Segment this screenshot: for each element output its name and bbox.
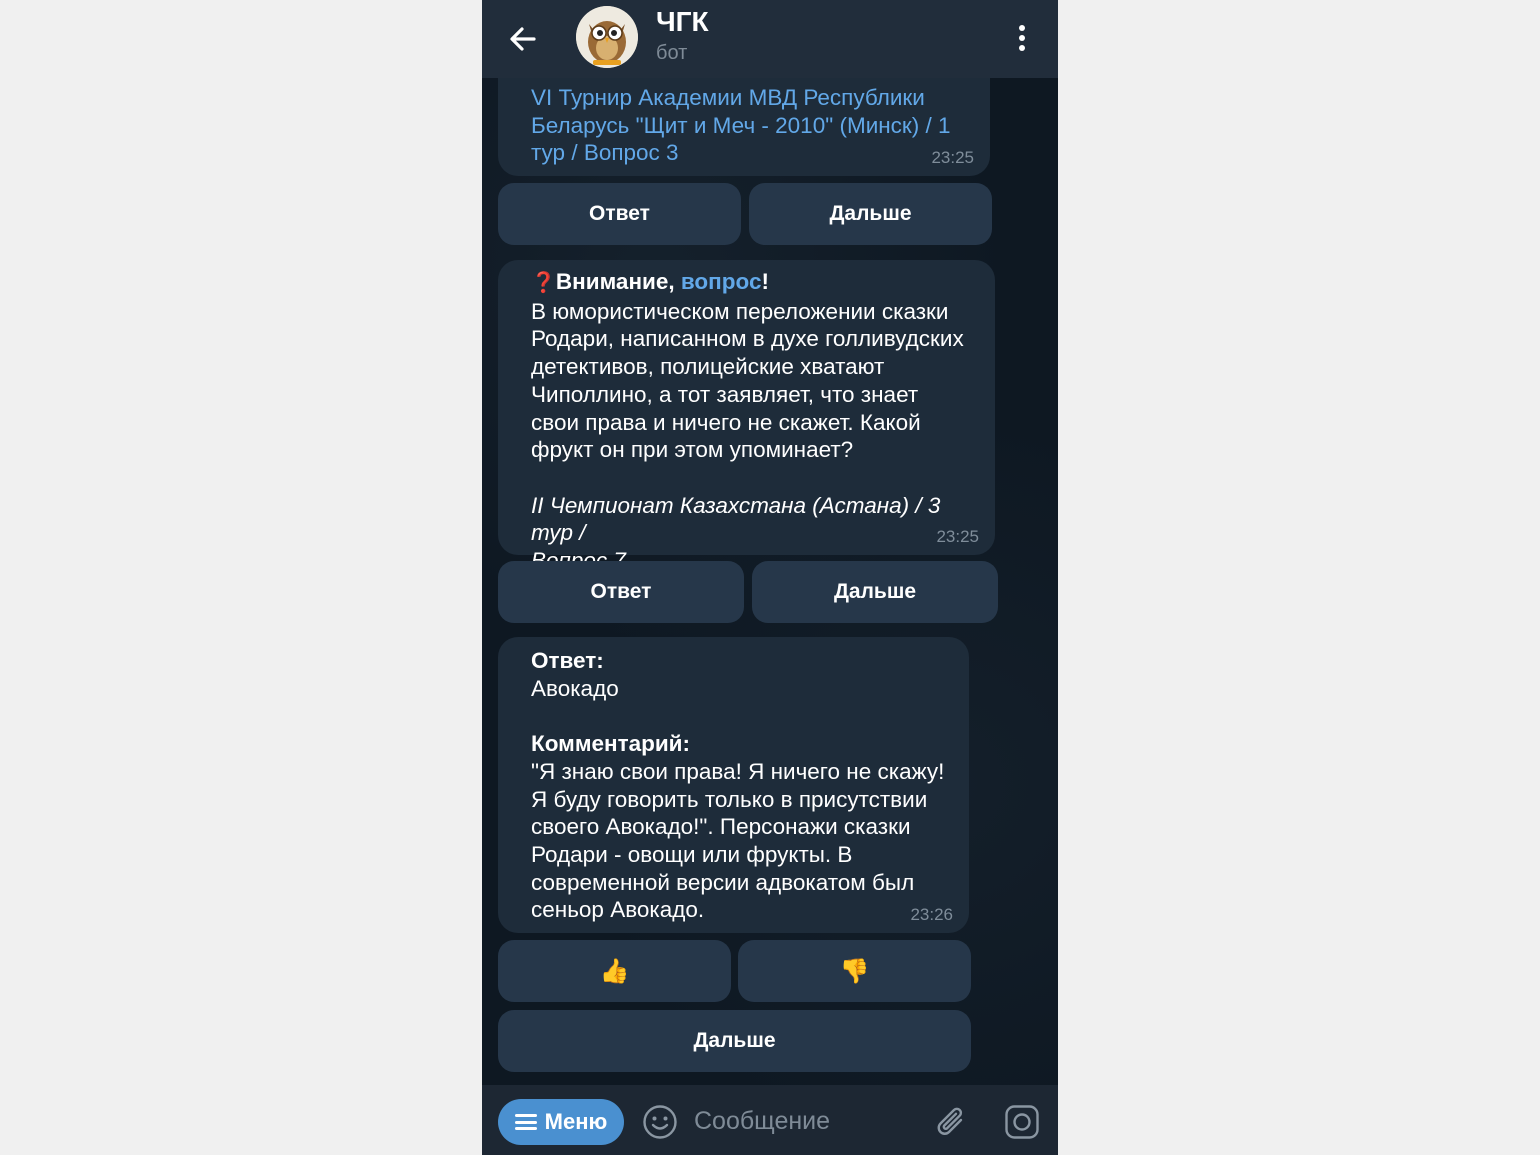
question-source: II Чемпионат Казахстана (Астана) / 3 тур… <box>531 492 941 546</box>
chat-screen: ЧГК бот VI Турнир Академии МВД Республик… <box>482 0 1058 1155</box>
camera-icon[interactable] <box>1004 1104 1040 1140</box>
chat-subtitle: бот <box>656 42 688 64</box>
question-text: В юмористическом переложении сказки <box>531 298 949 324</box>
source-link[interactable]: Беларусь "Щит и Меч - 2010" (Минск) / 1 <box>531 112 972 140</box>
next-button[interactable]: Дальше <box>498 1010 971 1072</box>
comment-text: "Я знаю свои права! Я ничего не скажу! <box>531 758 945 784</box>
message-bubble: VI Турнир Академии МВД Республики Белару… <box>498 78 990 176</box>
thumbs-down-icon: 👎 <box>839 957 870 985</box>
question-text: Родари, написанном в духе голливудских <box>531 326 964 352</box>
menu-button[interactable]: Меню <box>498 1099 624 1145</box>
question-text: свои права и ничего не скажет. Какой <box>531 409 921 435</box>
answer-button[interactable]: Ответ <box>498 561 744 623</box>
answer-text: Авокадо <box>531 675 619 701</box>
next-button[interactable]: Дальше <box>749 183 992 245</box>
bot-avatar[interactable] <box>576 6 638 68</box>
message-time: 23:25 <box>931 148 974 167</box>
message-bubble: ❓Внимание, вопрос! В юмористическом пере… <box>498 260 995 573</box>
attach-icon[interactable] <box>934 1103 970 1141</box>
message-input[interactable] <box>694 1103 904 1139</box>
message-time: 23:25 <box>936 527 979 546</box>
comment-label: Комментарий: <box>531 731 691 757</box>
comment-text: сеньор Авокадо. <box>531 897 705 923</box>
message-input-bar: Меню <box>482 1085 1058 1155</box>
comment-text: Родари - овощи или фрукты. В <box>531 841 853 867</box>
comment-text: Я буду говорить только в присутствии <box>531 786 928 812</box>
thumbs-up-button[interactable]: 👍 <box>498 940 731 1002</box>
owl-icon <box>576 6 638 68</box>
thumbs-down-button[interactable]: 👎 <box>738 940 971 1002</box>
message-bubble: Ответ: Авокадо Комментарий: "Я знаю свои… <box>498 637 969 933</box>
question-mark-icon: ❓ <box>531 272 556 294</box>
comment-text: своего Авокадо!". Персонажи сказки <box>531 814 911 840</box>
question-text: фрукт он при этом упоминает? <box>531 437 854 463</box>
menu-label: Меню <box>544 1109 608 1134</box>
thumbs-up-icon: 👍 <box>599 957 630 985</box>
comment-text: современной версии адвокатом был <box>531 869 915 895</box>
source-link[interactable]: тур / Вопрос 3 <box>531 139 972 167</box>
next-button[interactable]: Дальше <box>752 561 998 623</box>
chat-title: ЧГК <box>656 6 709 37</box>
answer-label: Ответ: <box>531 648 604 673</box>
question-text: детективов, полицейские хватают <box>531 354 885 380</box>
source-link[interactable]: VI Турнир Академии МВД Республики <box>531 84 972 112</box>
menu-icon <box>514 1114 537 1130</box>
question-link[interactable]: вопрос <box>681 269 762 294</box>
message-time: 23:26 <box>910 905 953 924</box>
question-text: Чиполлино, а тот заявляет, что знает <box>531 381 919 407</box>
answer-button[interactable]: Ответ <box>498 183 741 245</box>
question-heading: ❓Внимание, вопрос! <box>531 269 769 294</box>
emoji-icon[interactable] <box>642 1104 678 1140</box>
back-arrow-icon[interactable] <box>504 20 542 58</box>
chat-header: ЧГК бот <box>482 0 1058 78</box>
more-vertical-icon[interactable] <box>1010 22 1034 54</box>
